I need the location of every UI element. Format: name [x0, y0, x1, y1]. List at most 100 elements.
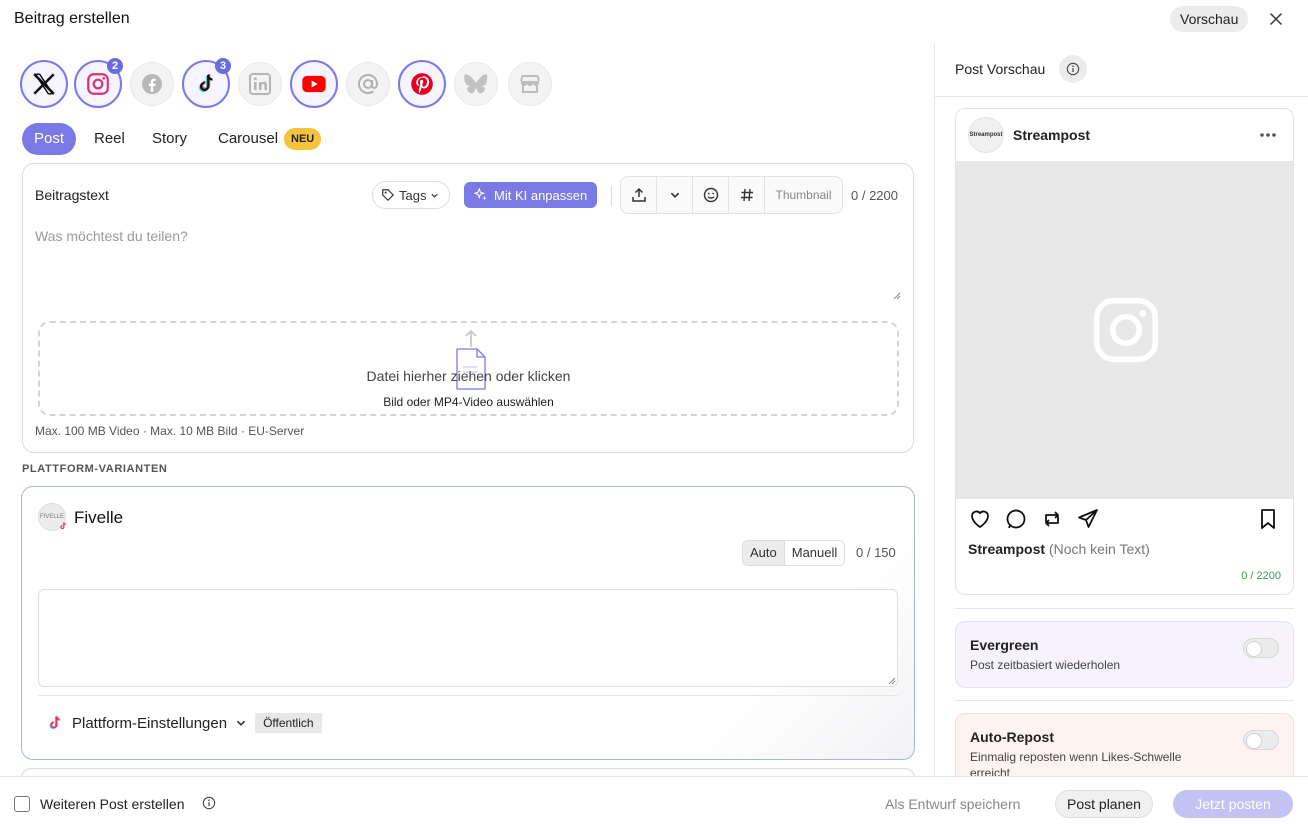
ai-adapt-label: Mit KI anpassen	[494, 187, 588, 203]
toolbar-divider	[611, 186, 612, 206]
caption-account: Streampost	[968, 541, 1046, 557]
at-sign-icon	[358, 74, 379, 94]
heart-icon[interactable]	[968, 507, 992, 531]
platform-instagram[interactable]: 2	[74, 58, 123, 108]
platform-variant-card: FIVELLE Fivelle Auto Manuell 0 / 150 Pla…	[21, 486, 915, 760]
post-text-placeholder: Was möchtest du teilen?	[35, 228, 188, 244]
char-counter: 0 / 2200	[851, 188, 898, 203]
bookmark-icon[interactable]	[1256, 507, 1280, 531]
tab-reel[interactable]: Reel	[94, 123, 125, 155]
new-badge: NEU	[284, 128, 322, 150]
platform-facebook[interactable]	[130, 62, 174, 106]
platform-tiktok[interactable]: 3	[182, 58, 231, 108]
platform-google-business[interactable]	[508, 62, 552, 106]
options-divider-2	[955, 700, 1294, 701]
storefront-icon	[520, 75, 540, 93]
info-icon	[1066, 62, 1080, 76]
emoji-button[interactable]	[693, 177, 729, 213]
youtube-icon	[302, 75, 326, 93]
hashtag-icon	[740, 188, 753, 202]
thumbnail-button[interactable]: Thumbnail	[765, 177, 842, 213]
post-preview-card: Streampost Streampost Streampost (Noch k…	[955, 108, 1294, 595]
x-icon	[33, 73, 55, 95]
mode-auto-button[interactable]: Auto	[743, 541, 784, 565]
evergreen-toggle[interactable]	[1243, 638, 1279, 658]
next-variant-card	[21, 768, 915, 776]
platform-x[interactable]	[20, 60, 68, 108]
send-icon[interactable]	[1076, 507, 1100, 531]
upload-limits-hint: Max. 100 MB Video · Max. 10 MB Bild · EU…	[35, 424, 305, 438]
dropzone-subtitle: Bild oder MP4-Video auswählen	[383, 395, 554, 409]
mode-manual-button[interactable]: Manuell	[783, 541, 845, 565]
platform-youtube[interactable]	[290, 60, 338, 108]
post-now-button[interactable]: Jetzt posten	[1173, 790, 1293, 818]
ai-adapt-button[interactable]: Mit KI anpassen	[464, 182, 598, 208]
preview-button[interactable]: Vorschau	[1170, 6, 1249, 32]
tab-post[interactable]: Post	[22, 123, 77, 155]
comment-icon[interactable]	[1004, 507, 1028, 531]
auto-repost-description: Einmalig reposten wenn Likes-Schwelle er…	[970, 750, 1182, 776]
platform-variants-heading: PLATTFORM-VARIANTEN	[22, 463, 168, 475]
platform-bluesky[interactable]	[454, 62, 498, 106]
preview-header-divider	[935, 96, 1308, 97]
platform-linkedin[interactable]	[238, 62, 282, 106]
schedule-post-button[interactable]: Post planen	[1055, 790, 1153, 818]
preview-char-counter: 0 / 2200	[1241, 570, 1281, 582]
preview-image-placeholder	[956, 161, 1293, 499]
platform-settings-toggle[interactable]: Plattform-Einstellungen Öffentlich	[46, 713, 322, 733]
dialog-footer: Weiteren Post erstellen Als Entwurf spei…	[0, 776, 1308, 824]
tiktok-icon	[60, 522, 66, 530]
tags-button[interactable]: Tags	[372, 181, 451, 209]
platform-pinterest[interactable]	[398, 60, 446, 108]
chevron-down-icon	[431, 193, 439, 198]
info-icon[interactable]	[202, 796, 216, 810]
butterfly-icon	[464, 74, 488, 94]
another-post-checkbox[interactable]	[14, 796, 30, 812]
tab-story[interactable]: Story	[152, 123, 187, 155]
post-composer-dialog: Beitrag erstellen Vorschau 2 3 Post Reel…	[0, 0, 1308, 824]
another-post-label[interactable]: Weiteren Post erstellen	[40, 796, 184, 812]
evergreen-option: Evergreen Post zeitbasiert wiederholen	[955, 621, 1294, 688]
preview-info-button[interactable]	[1059, 55, 1087, 83]
dropzone-title: Datei hierher ziehen oder klicken	[366, 368, 571, 384]
tiktok-icon	[198, 74, 213, 93]
pinterest-icon	[411, 73, 433, 95]
post-text-input[interactable]: Was möchtest du teilen?	[35, 222, 901, 300]
dialog-header: Beitrag erstellen Vorschau	[0, 0, 1308, 40]
variant-text-input[interactable]	[38, 589, 898, 687]
dialog-title: Beitrag erstellen	[14, 10, 130, 27]
tab-carousel[interactable]: Carousel	[218, 123, 278, 155]
linkedin-icon	[249, 73, 271, 95]
visibility-badge: Öffentlich	[255, 713, 322, 733]
avatar: Streampost	[968, 117, 1004, 153]
editor-pane: 2 3 Post Reel Story Carousel NEU Beitrag…	[0, 40, 934, 776]
platform-threads[interactable]	[346, 62, 390, 106]
evergreen-description: Post zeitbasiert wiederholen	[970, 658, 1121, 672]
chevron-down-icon	[670, 192, 679, 198]
variant-char-counter: 0 / 150	[856, 545, 896, 560]
chevron-down-icon	[236, 720, 246, 726]
preview-title: Post Vorschau	[955, 61, 1046, 77]
tag-icon	[382, 189, 394, 201]
more-options-icon[interactable]	[1259, 123, 1277, 147]
repost-icon[interactable]	[1040, 507, 1064, 531]
auto-repost-toggle[interactable]	[1243, 730, 1279, 750]
save-draft-button[interactable]: Als Entwurf speichern	[885, 796, 1020, 812]
tiktok-icon	[49, 716, 60, 730]
instagram-icon	[1093, 297, 1158, 363]
text-mode-toggle: Auto Manuell	[742, 540, 846, 566]
upload-menu-button[interactable]	[657, 177, 693, 213]
upload-icon	[631, 187, 646, 202]
upload-button[interactable]	[621, 177, 657, 213]
instagram-count-badge: 2	[107, 58, 123, 74]
preview-actions	[968, 507, 1286, 531]
post-text-card: Beitragstext Tags Mit KI anpassen Thumbn…	[22, 163, 914, 453]
close-icon[interactable]	[1266, 9, 1286, 29]
resize-handle-icon[interactable]	[893, 292, 901, 300]
media-dropzone[interactable]: Datei hierher ziehen oder klicken Bild o…	[38, 321, 899, 416]
avatar: FIVELLE	[38, 503, 66, 531]
post-text-title: Beitragstext	[35, 187, 109, 203]
resize-handle-icon[interactable]	[888, 677, 896, 685]
facebook-icon	[142, 74, 162, 94]
hashtag-button[interactable]	[729, 177, 765, 213]
